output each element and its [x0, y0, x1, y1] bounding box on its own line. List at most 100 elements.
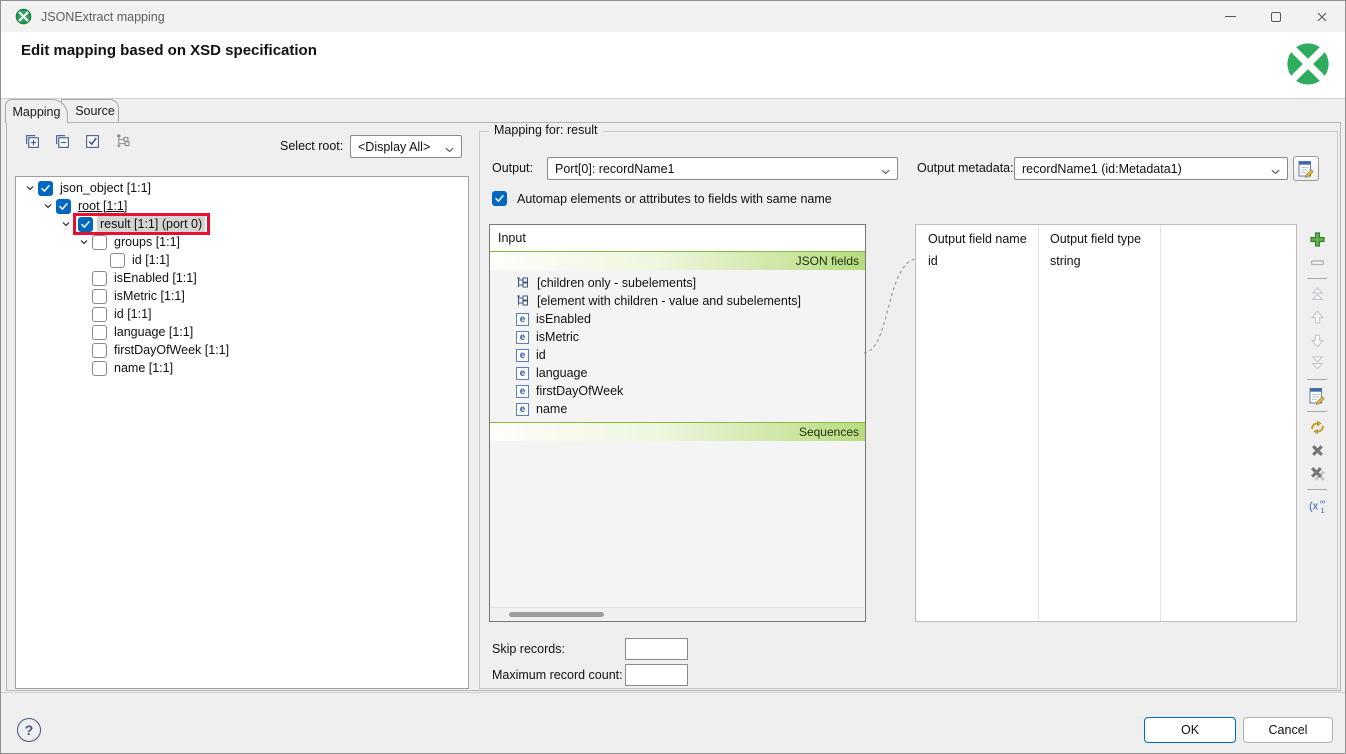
tree-item-checkbox[interactable] [92, 289, 107, 304]
automap-checkbox-row[interactable]: Automap elements or attributes to fields… [492, 191, 832, 206]
tree-item[interactable]: name [1:1] [16, 359, 468, 377]
column-header-name[interactable]: Output field name [928, 232, 1027, 246]
skip-records-input[interactable] [625, 638, 688, 660]
input-field-item[interactable]: elanguage [490, 364, 865, 382]
input-field-label: isEnabled [536, 312, 591, 326]
element-icon: e [516, 403, 529, 416]
collapse-all-icon [54, 133, 71, 155]
tree-item-checkbox[interactable] [92, 361, 107, 376]
tree-expanded-chevron-icon[interactable] [22, 180, 38, 196]
edit-record-button[interactable] [1304, 384, 1330, 407]
input-field-item[interactable]: [children only - subelements] [490, 274, 865, 292]
move-top-button[interactable] [1304, 283, 1330, 306]
max-record-count-input[interactable] [625, 664, 688, 686]
tree-item-checkbox[interactable] [38, 181, 53, 196]
check-all-button[interactable] [81, 133, 103, 155]
minimize-button[interactable] [1207, 1, 1253, 32]
output-row-type[interactable]: string [1050, 254, 1081, 268]
tree-item-checkbox[interactable] [92, 325, 107, 340]
help-button[interactable]: ? [17, 718, 41, 742]
tree-item-checkbox[interactable] [56, 199, 71, 214]
automap-label: Automap elements or attributes to fields… [517, 192, 832, 206]
remove-button[interactable] [1304, 251, 1330, 274]
horizontal-scrollbar[interactable] [491, 607, 864, 620]
tree-item[interactable]: result [1:1] (port 0) [16, 215, 468, 233]
annotation-highlight: result [1:1] (port 0) [76, 216, 207, 232]
automap-button[interactable] [1304, 416, 1330, 439]
tree-leaf-spacer [76, 342, 92, 358]
maximize-button[interactable] [1253, 1, 1299, 32]
move-up-button[interactable] [1304, 306, 1330, 329]
tab-source[interactable]: Source [61, 99, 119, 122]
input-field-item[interactable]: eisMetric [490, 328, 865, 346]
delete-mapping-icon [1309, 442, 1326, 459]
input-field-item[interactable]: ename [490, 400, 865, 418]
output-metadata-dropdown[interactable]: recordName1 (id:Metadata1) [1014, 157, 1288, 180]
tree-toolbar [21, 133, 133, 155]
input-field-label: id [536, 348, 546, 362]
tree-item-checkbox[interactable] [110, 253, 125, 268]
tree-item[interactable]: language [1:1] [16, 323, 468, 341]
move-bottom-icon [1309, 355, 1326, 372]
tree-item-label: result [1:1] (port 0) [97, 216, 205, 232]
jsonextract-mapping-dialog: JSONExtract mapping Edit mapping based o… [0, 0, 1346, 754]
subtree-icon [516, 294, 530, 308]
add-button[interactable] [1304, 228, 1330, 251]
column-header-type[interactable]: Output field type [1050, 232, 1141, 246]
move-up-icon [1309, 309, 1326, 326]
input-field-item[interactable]: efirstDayOfWeek [490, 382, 865, 400]
tree-expanded-chevron-icon[interactable] [76, 234, 92, 250]
ok-button[interactable]: OK [1144, 717, 1236, 743]
select-root-dropdown[interactable]: <Display All> [350, 135, 462, 158]
tab-mapping[interactable]: Mapping [5, 99, 68, 123]
tree-item[interactable]: isMetric [1:1] [16, 287, 468, 305]
input-field-item[interactable]: eid [490, 346, 865, 364]
input-field-item[interactable]: eisEnabled [490, 310, 865, 328]
tree-item-checkbox[interactable] [78, 217, 93, 232]
automap-checkbox[interactable] [492, 191, 507, 206]
tree-expanded-chevron-icon[interactable] [58, 216, 74, 232]
tree-item[interactable]: groups [1:1] [16, 233, 468, 251]
tree-leaf-spacer [76, 306, 92, 322]
move-bottom-button[interactable] [1304, 352, 1330, 375]
expand-all-button[interactable] [21, 133, 43, 155]
tree-leaf-spacer [76, 324, 92, 340]
tree-expanded-chevron-icon[interactable] [40, 198, 56, 214]
subtree-icon [516, 276, 530, 290]
move-down-icon [1309, 332, 1326, 349]
move-down-button[interactable] [1304, 329, 1330, 352]
scrollbar-thumb[interactable] [509, 612, 604, 617]
element-icon: e [516, 331, 529, 344]
edit-metadata-button[interactable] [1293, 156, 1319, 181]
tree-item[interactable]: json_object [1:1] [16, 179, 468, 197]
tree-item-checkbox[interactable] [92, 307, 107, 322]
delete-mapping-button[interactable] [1304, 439, 1330, 462]
output-row-name[interactable]: id [928, 254, 938, 268]
cardinality-button[interactable]: (x∞1 [1304, 494, 1330, 517]
cancel-button[interactable]: Cancel [1243, 717, 1333, 743]
dialog-footer: ? OK Cancel [1, 692, 1345, 753]
tree-item[interactable]: isEnabled [1:1] [16, 269, 468, 287]
output-metadata-label: Output metadata: [917, 157, 1014, 180]
tree-item-checkbox[interactable] [92, 271, 107, 286]
tree-item[interactable]: id [1:1] [16, 305, 468, 323]
output-side-toolbar: (x∞1 [1300, 228, 1334, 517]
close-button[interactable] [1299, 1, 1345, 32]
collapse-all-button[interactable] [51, 133, 73, 155]
input-field-label: name [536, 402, 567, 416]
input-field-item[interactable]: [element with children - value and subel… [490, 292, 865, 310]
tree-item[interactable]: firstDayOfWeek [1:1] [16, 341, 468, 359]
input-panel-title: Input [490, 225, 865, 251]
toolbar-separator [1307, 489, 1327, 490]
output-port-dropdown[interactable]: Port[0]: recordName1 [547, 157, 898, 180]
tree-item[interactable]: id [1:1] [16, 251, 468, 269]
input-field-label: language [536, 366, 587, 380]
check-subtree-button[interactable] [111, 133, 133, 155]
delete-all-mappings-button[interactable] [1304, 462, 1330, 485]
tree-item[interactable]: root [1:1] [16, 197, 468, 215]
cardinality-icon: (x∞1 [1308, 497, 1327, 514]
edit-record-icon [1308, 387, 1326, 405]
tree-item-checkbox[interactable] [92, 343, 107, 358]
tree-item-checkbox[interactable] [92, 235, 107, 250]
input-field-label: [element with children - value and subel… [537, 294, 801, 308]
